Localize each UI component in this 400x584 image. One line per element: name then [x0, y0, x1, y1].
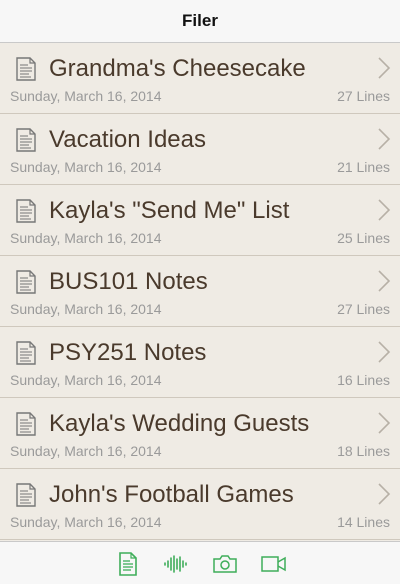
file-row[interactable]: Kayla's Wedding Guests Sunday, March 16,… — [0, 398, 400, 469]
file-date: Sunday, March 16, 2014 — [10, 514, 162, 530]
tab-camera[interactable] — [210, 551, 240, 577]
chevron-right-icon — [378, 128, 391, 150]
page-title: Filer — [182, 11, 218, 30]
navigation-bar: Filer — [0, 0, 400, 43]
file-title: Kayla's "Send Me" List — [49, 197, 290, 224]
file-line-count: 25 Lines — [337, 230, 390, 246]
document-icon — [16, 483, 36, 507]
file-row[interactable]: BUS101 Notes Sunday, March 16, 2014 27 L… — [0, 256, 400, 327]
document-icon — [16, 341, 36, 365]
file-date: Sunday, March 16, 2014 — [10, 159, 162, 175]
document-icon — [119, 552, 137, 576]
file-row[interactable]: Kayla's "Send Me" List Sunday, March 16,… — [0, 185, 400, 256]
file-line-count: 14 Lines — [337, 514, 390, 530]
file-title: Kayla's Wedding Guests — [49, 410, 310, 437]
file-line-count: 27 Lines — [337, 301, 390, 317]
file-line-count: 21 Lines — [337, 159, 390, 175]
tab-video[interactable] — [259, 551, 289, 577]
chevron-right-icon — [378, 199, 391, 221]
camera-icon — [213, 555, 237, 573]
file-title: Grandma's Cheesecake — [49, 55, 306, 82]
chevron-right-icon — [378, 270, 391, 292]
file-date: Sunday, March 16, 2014 — [10, 88, 162, 104]
file-date: Sunday, March 16, 2014 — [10, 301, 162, 317]
document-icon — [16, 270, 36, 294]
file-list: Grandma's Cheesecake Sunday, March 16, 2… — [0, 43, 400, 540]
file-date: Sunday, March 16, 2014 — [10, 443, 162, 459]
document-icon — [16, 128, 36, 152]
file-line-count: 16 Lines — [337, 372, 390, 388]
tab-audio[interactable] — [161, 551, 191, 577]
file-title: PSY251 Notes — [49, 339, 207, 366]
tab-documents[interactable] — [113, 551, 143, 577]
file-date: Sunday, March 16, 2014 — [10, 372, 162, 388]
document-icon — [16, 199, 36, 223]
file-row[interactable]: Grandma's Cheesecake Sunday, March 16, 2… — [0, 43, 400, 114]
file-title: Vacation Ideas — [49, 126, 206, 153]
chevron-right-icon — [378, 412, 391, 434]
tab-bar — [0, 541, 400, 584]
file-date: Sunday, March 16, 2014 — [10, 230, 162, 246]
chevron-right-icon — [378, 57, 391, 79]
document-icon — [16, 412, 36, 436]
file-line-count: 27 Lines — [337, 88, 390, 104]
file-row[interactable]: John's Football Games Sunday, March 16, … — [0, 469, 400, 540]
document-icon — [16, 57, 36, 81]
video-camera-icon — [261, 556, 286, 572]
file-row[interactable]: PSY251 Notes Sunday, March 16, 2014 16 L… — [0, 327, 400, 398]
file-line-count: 18 Lines — [337, 443, 390, 459]
file-title: BUS101 Notes — [49, 268, 208, 295]
file-title: John's Football Games — [49, 481, 294, 508]
audio-wave-icon — [164, 555, 187, 573]
chevron-right-icon — [378, 341, 391, 363]
chevron-right-icon — [378, 483, 391, 505]
file-row[interactable]: Vacation Ideas Sunday, March 16, 2014 21… — [0, 114, 400, 185]
